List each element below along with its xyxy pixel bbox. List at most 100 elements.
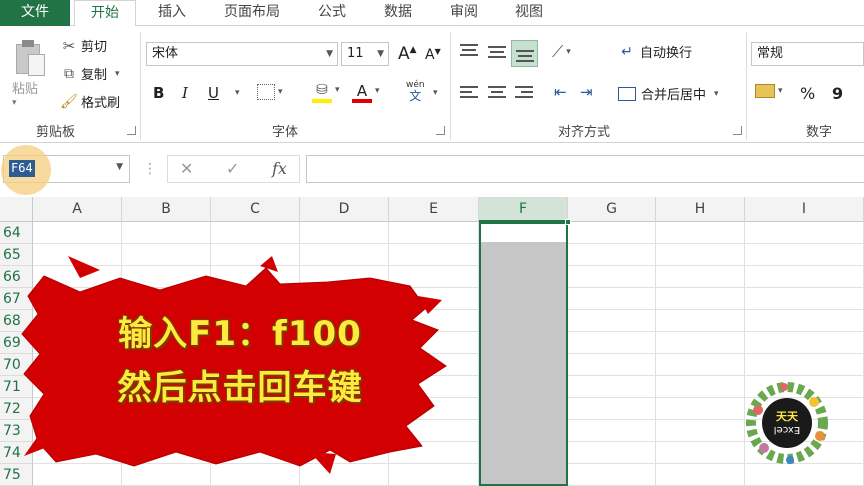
- chevron-down-icon: ▾: [375, 86, 380, 96]
- align-top-icon: [460, 44, 478, 58]
- fill-handle[interactable]: [565, 219, 571, 225]
- tab-file[interactable]: 文件: [0, 0, 70, 26]
- phonetic-dropdown-icon[interactable]: ▾: [430, 88, 438, 98]
- column-header-d[interactable]: D: [300, 197, 389, 222]
- font-color-button[interactable]: A ▾: [352, 82, 380, 103]
- cancel-icon[interactable]: ✕: [180, 159, 193, 178]
- more-options-icon[interactable]: ⋮: [143, 161, 157, 177]
- merge-center-label: 合并后居中: [641, 88, 707, 103]
- merge-center-button[interactable]: 合并后居中 ▾: [618, 84, 719, 103]
- tab-page-layout[interactable]: 页面布局: [214, 0, 290, 26]
- align-bottom-icon: [515, 47, 534, 62]
- format-painter-label: 格式刷: [81, 96, 121, 111]
- orientation-button[interactable]: ⟋ ▾: [552, 42, 571, 62]
- align-right-button[interactable]: [515, 86, 533, 100]
- chevron-down-icon: ▾: [335, 85, 340, 95]
- column-header-h[interactable]: H: [656, 197, 745, 222]
- font-size-combo[interactable]: 11 ▼: [341, 42, 389, 66]
- number-group-label: 数字: [806, 125, 833, 140]
- underline-dropdown-icon[interactable]: ▾: [232, 88, 240, 98]
- paint-bucket-icon: ⛁: [312, 82, 332, 103]
- column-header-a[interactable]: A: [33, 197, 122, 222]
- column-header-i[interactable]: I: [745, 197, 864, 222]
- column-header-c[interactable]: C: [211, 197, 300, 222]
- ribbon-tab-bar: 文件 开始 插入 页面布局 公式 数据 审阅 视图: [0, 0, 864, 27]
- formula-input[interactable]: [306, 155, 864, 183]
- select-all-corner[interactable]: [0, 197, 33, 222]
- bottom-align-button[interactable]: [511, 40, 538, 67]
- insert-function-icon[interactable]: fx: [272, 159, 287, 178]
- italic-button[interactable]: I: [182, 84, 188, 102]
- copy-label: 复制: [81, 68, 108, 83]
- font-launcher-icon[interactable]: [436, 126, 445, 135]
- column-header-f[interactable]: F: [479, 197, 568, 222]
- align-center-button[interactable]: [488, 86, 506, 100]
- paste-button[interactable]: 粘贴: [12, 78, 38, 97]
- chevron-down-icon: ▼: [326, 49, 333, 59]
- paste-dropdown-icon[interactable]: ▾: [12, 98, 17, 108]
- column-header-g[interactable]: G: [568, 197, 656, 222]
- font-group-label: 字体: [272, 125, 299, 140]
- middle-align-button[interactable]: [488, 44, 506, 58]
- tab-formulas[interactable]: 公式: [310, 0, 354, 26]
- enter-icon[interactable]: ✓: [226, 159, 239, 178]
- group-divider: [450, 32, 451, 140]
- name-box-value: F64: [9, 160, 35, 177]
- cut-label: 剪切: [81, 40, 108, 55]
- tab-review[interactable]: 审阅: [442, 0, 486, 26]
- group-divider: [746, 32, 747, 140]
- scissors-icon: ✂: [62, 36, 76, 55]
- wrap-text-button[interactable]: ↵ 自动换行: [618, 42, 692, 62]
- logo-line-2: Excel: [773, 424, 801, 435]
- comma-style-button[interactable]: 9: [832, 84, 843, 103]
- tab-home[interactable]: 开始: [74, 0, 136, 27]
- clipboard-group-label: 剪贴板: [36, 125, 76, 140]
- phonetic-button[interactable]: wén 文: [406, 80, 425, 102]
- tab-insert[interactable]: 插入: [150, 0, 194, 26]
- chevron-down-icon: ▾: [778, 86, 783, 96]
- alignment-group-label: 对齐方式: [558, 125, 611, 140]
- decrease-indent-icon: ⇤: [554, 83, 567, 101]
- borders-button[interactable]: ▾: [257, 84, 283, 100]
- column-header-b[interactable]: B: [122, 197, 211, 222]
- font-name-combo[interactable]: 宋体 ▼: [146, 42, 338, 66]
- wreath-logo: 天天 Excel: [744, 380, 830, 466]
- top-align-button[interactable]: [460, 44, 478, 58]
- cut-button[interactable]: ✂ 剪切: [60, 36, 108, 56]
- banner-line-1: 输入F1：f100: [118, 314, 362, 354]
- shrink-font-button[interactable]: A ▼: [425, 47, 441, 64]
- chevron-down-icon: ▾: [278, 87, 283, 97]
- decrease-indent-button[interactable]: ⇤: [554, 83, 567, 101]
- group-divider: [140, 32, 141, 140]
- accounting-format-button[interactable]: ▾: [755, 84, 783, 98]
- tab-data[interactable]: 数据: [376, 0, 420, 26]
- format-painter-button[interactable]: 🖌 格式刷: [60, 92, 121, 112]
- align-left-button[interactable]: [460, 86, 478, 100]
- grow-font-button[interactable]: A ▲: [398, 44, 417, 64]
- font-name-value: 宋体: [152, 46, 179, 61]
- name-box[interactable]: F64 ▼: [1, 145, 130, 195]
- number-format-combo[interactable]: 常规: [751, 42, 864, 66]
- align-center-icon: [488, 86, 506, 100]
- row-header-64[interactable]: 64: [0, 222, 33, 244]
- instruction-banner: 输入F1：f100 然后点击回车键: [10, 256, 450, 476]
- tab-view[interactable]: 视图: [507, 0, 551, 26]
- alignment-launcher-icon[interactable]: [733, 126, 742, 135]
- merge-icon: [618, 86, 636, 101]
- wrap-text-icon: ↵: [621, 43, 633, 60]
- underline-button[interactable]: U: [208, 84, 219, 102]
- number-format-value: 常规: [757, 46, 784, 61]
- fill-color-button[interactable]: ⛁ ▾: [312, 82, 340, 103]
- ribbon: 粘贴 ▾ ✂ 剪切 ⧉ 复制 ▾ 🖌 格式刷 剪贴板 宋体 ▼ 11 ▼ A▲: [0, 26, 864, 143]
- align-middle-icon: [488, 44, 506, 58]
- bold-button[interactable]: B: [153, 84, 164, 102]
- increase-indent-icon: ⇥: [580, 83, 593, 101]
- copy-icon: ⧉: [64, 65, 74, 82]
- copy-button[interactable]: ⧉ 复制 ▾: [60, 64, 120, 84]
- clipboard-launcher-icon[interactable]: [127, 126, 136, 135]
- increase-indent-button[interactable]: ⇥: [580, 83, 593, 101]
- column-header-e[interactable]: E: [389, 197, 479, 222]
- percent-button[interactable]: %: [800, 84, 815, 103]
- border-icon: [257, 84, 275, 100]
- paste-icon[interactable]: [14, 38, 46, 78]
